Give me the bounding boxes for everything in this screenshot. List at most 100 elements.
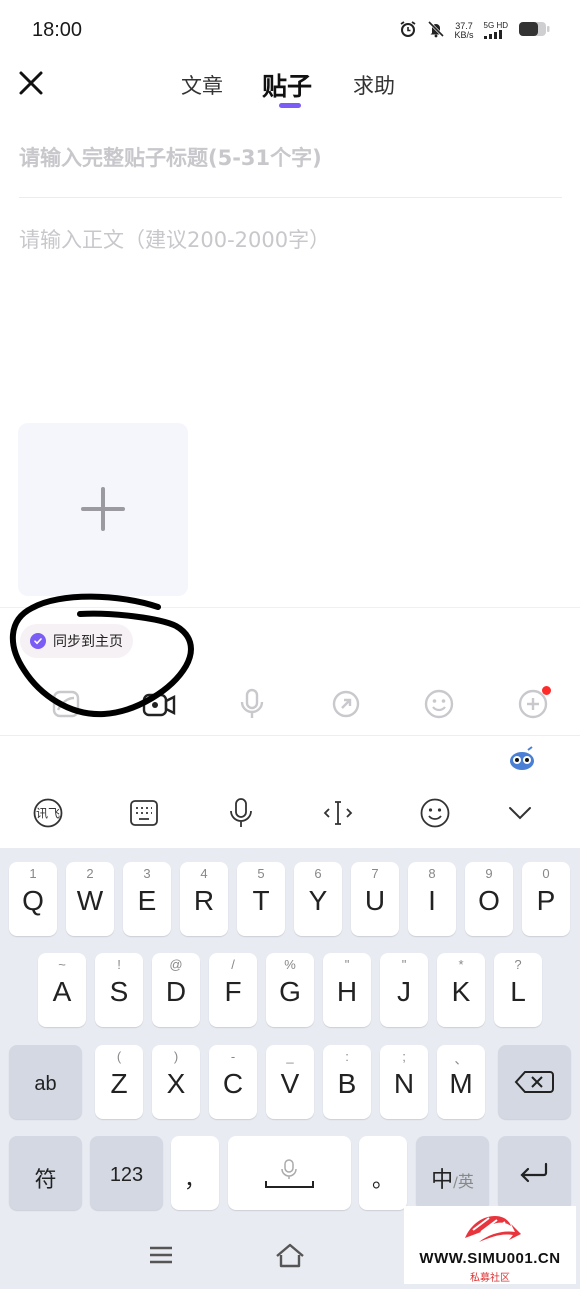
enter-icon	[520, 1162, 548, 1183]
key-hint: 2	[86, 866, 94, 881]
key-label: L	[510, 976, 526, 1007]
image-button[interactable]	[46, 684, 86, 724]
key-b[interactable]: :B	[323, 1045, 371, 1119]
key-label: 。	[371, 1168, 394, 1193]
key-c[interactable]: -C	[209, 1045, 257, 1119]
ifly-button[interactable]: 讯飞	[31, 796, 65, 830]
network-speed: 37.7 KB/s	[455, 22, 474, 40]
key-v[interactable]: _ V	[266, 1045, 314, 1119]
ime-emoji-button[interactable]	[418, 796, 452, 830]
key-p[interactable]: 0P	[522, 862, 570, 936]
more-button[interactable]	[513, 684, 553, 724]
image-icon	[52, 690, 80, 718]
ifly-logo-icon: 讯飞	[33, 798, 63, 828]
menu-button[interactable]	[143, 1240, 179, 1270]
post-title-input[interactable]: 请输入完整贴子标题(5-31个字)	[19, 142, 564, 172]
notification-dot	[542, 686, 551, 695]
key-hint: ~	[58, 957, 66, 972]
key-hint: 6	[314, 866, 322, 881]
key-hint: 1	[29, 866, 37, 881]
post-body-input[interactable]: 请输入正文（建议200-2000字）	[19, 224, 564, 254]
tab-post[interactable]: 贴子	[262, 67, 312, 103]
key-j[interactable]: " J	[380, 953, 428, 1027]
tab-help[interactable]: 求助	[353, 70, 395, 100]
key-hint: %	[284, 957, 296, 972]
close-button[interactable]	[16, 68, 46, 98]
keyboard-button[interactable]	[127, 796, 161, 830]
symbols-key[interactable]: 符	[9, 1136, 82, 1210]
mute-bell-icon	[427, 20, 445, 42]
key-label: V	[280, 1068, 300, 1099]
backspace-key[interactable]	[498, 1045, 571, 1119]
assistant-mascot-icon[interactable]	[508, 745, 536, 773]
key-label: O	[478, 885, 500, 916]
key-t[interactable]: 5T	[237, 862, 285, 936]
key-label: X	[166, 1068, 186, 1099]
key-label: J	[397, 976, 411, 1007]
language-switch-key[interactable]: 中/英	[416, 1136, 489, 1210]
key-e[interactable]: 3E	[123, 862, 171, 936]
key-label: ab	[34, 1073, 57, 1095]
key-y[interactable]: 6Y	[294, 862, 342, 936]
link-icon	[332, 690, 360, 718]
key-hint: *	[458, 957, 464, 972]
key-label: I	[428, 885, 436, 916]
shift-key[interactable]: ab	[9, 1045, 82, 1119]
key-label: N	[393, 1068, 415, 1099]
ime-toolbar: 讯飞	[0, 788, 580, 838]
sync-label: 同步到主页	[53, 634, 123, 650]
key-r[interactable]: 4R	[180, 862, 228, 936]
status-time: 18:00	[32, 19, 83, 41]
key-o[interactable]: 9O	[465, 862, 513, 936]
enter-key[interactable]	[498, 1136, 571, 1210]
add-media-button[interactable]	[18, 423, 188, 596]
key-label: K	[451, 976, 471, 1007]
sync-to-homepage-toggle[interactable]: 同步到主页	[20, 624, 133, 658]
key-n[interactable]: ; N	[380, 1045, 428, 1119]
media-divider	[0, 607, 580, 608]
key-u[interactable]: 7U	[351, 862, 399, 936]
cursor-move-button[interactable]	[321, 796, 355, 830]
comma-key[interactable]: ，	[171, 1136, 219, 1210]
key-a[interactable]: ~ A	[38, 953, 86, 1027]
collapse-icon	[509, 807, 531, 820]
video-button[interactable]	[139, 684, 179, 724]
numbers-key[interactable]: 123	[90, 1136, 163, 1210]
key-s[interactable]: ! S	[95, 953, 143, 1027]
key-l[interactable]: ? L	[494, 953, 542, 1027]
key-x[interactable]: ) X	[152, 1045, 200, 1119]
key-z[interactable]: (Z	[95, 1045, 143, 1119]
key-hint: @	[169, 957, 183, 972]
home-button[interactable]	[272, 1240, 308, 1270]
video-icon	[142, 693, 176, 717]
key-f[interactable]: / F	[209, 953, 257, 1027]
link-button[interactable]	[326, 684, 366, 724]
lang-en: 英	[457, 1172, 474, 1191]
network-hd: HD	[496, 21, 508, 30]
key-label: P	[536, 885, 556, 916]
key-k[interactable]: * K	[437, 953, 485, 1027]
space-mic-icon	[265, 1159, 314, 1188]
key-label: 符	[34, 1168, 57, 1193]
key-g[interactable]: % G	[266, 953, 314, 1027]
key-label: Q	[22, 885, 44, 916]
key-hint: 9	[485, 866, 493, 881]
space-key[interactable]	[228, 1136, 351, 1210]
emoji-button[interactable]	[419, 684, 459, 724]
key-d[interactable]: @ D	[152, 953, 200, 1027]
key-m[interactable]: 、 M	[437, 1045, 485, 1119]
collapse-keyboard-button[interactable]	[503, 796, 537, 830]
key-i[interactable]: 8I	[408, 862, 456, 936]
tab-article[interactable]: 文章	[181, 70, 223, 100]
key-q[interactable]: 1Q	[9, 862, 57, 936]
voice-input-button[interactable]	[224, 796, 258, 830]
editor-header: 文章 贴子 求助	[0, 62, 580, 112]
language-label: 中/英	[416, 1162, 489, 1194]
period-key[interactable]: 。	[359, 1136, 407, 1210]
key-hint: !	[117, 957, 121, 972]
key-label: D	[165, 976, 187, 1007]
key-w[interactable]: 2W	[66, 862, 114, 936]
key-h[interactable]: " H	[323, 953, 371, 1027]
voice-button[interactable]	[232, 684, 272, 724]
menu-icon	[150, 1246, 172, 1264]
